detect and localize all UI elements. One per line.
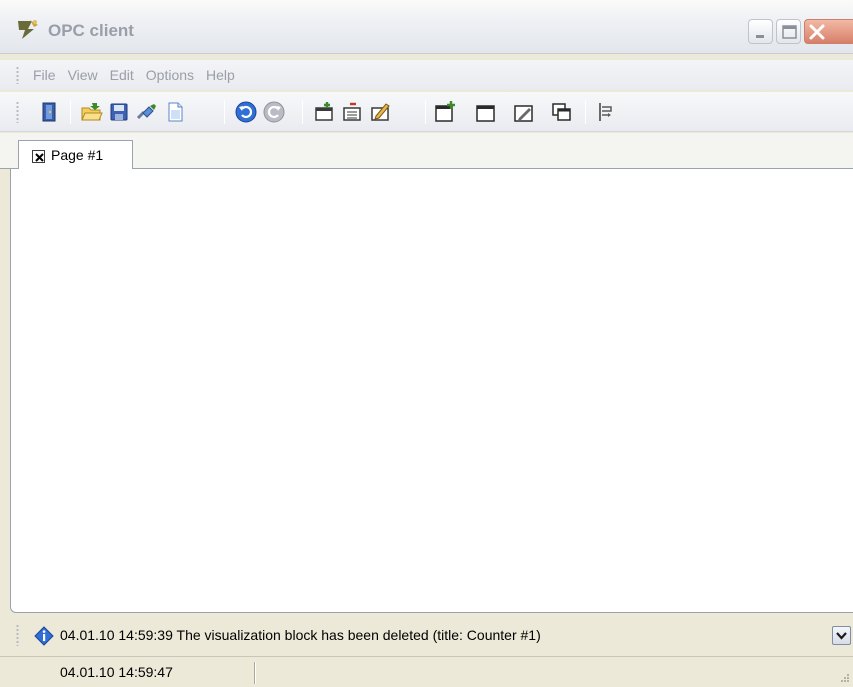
- toolbar-separator: [585, 100, 586, 124]
- status-time: 04.01.10 14:59:47: [60, 664, 173, 680]
- page-list-button[interactable]: [340, 100, 364, 124]
- log-message: 04.01.10 14:59:39 The visualization bloc…: [60, 627, 541, 643]
- page-tab-strip: Page #1: [0, 133, 853, 170]
- menu-edit[interactable]: Edit: [109, 67, 135, 83]
- align-button[interactable]: [594, 100, 618, 124]
- close-icon: [809, 24, 825, 40]
- menu-options[interactable]: Options: [145, 67, 195, 83]
- minimize-button[interactable]: [748, 19, 773, 44]
- log-panel: 04.01.10 14:59:39 The visualization bloc…: [0, 614, 853, 656]
- menu-help[interactable]: Help: [205, 67, 236, 83]
- open-folder-icon: [81, 103, 103, 121]
- edit-page-icon: [371, 103, 390, 121]
- close-button[interactable]: [804, 19, 853, 44]
- new-document-icon: [168, 102, 183, 122]
- menu-view[interactable]: View: [67, 67, 99, 83]
- add-page-icon: [315, 102, 333, 121]
- exit-icon: [42, 102, 56, 122]
- connect-icon: [136, 104, 156, 120]
- new-block-icon: [435, 101, 455, 122]
- new-document-button[interactable]: [163, 100, 187, 124]
- app-logo-icon: [18, 20, 38, 39]
- copy-block-icon: [552, 103, 571, 121]
- toolbar-separator: [224, 100, 225, 124]
- save-icon: [110, 103, 128, 121]
- exit-button[interactable]: [38, 100, 62, 124]
- status-divider: [254, 662, 256, 684]
- edit-block-icon: [514, 105, 533, 122]
- edit-page-button[interactable]: [368, 100, 392, 124]
- tab-label: Page #1: [51, 147, 104, 163]
- toolbar-separator: [70, 100, 71, 124]
- connect-button[interactable]: [135, 100, 159, 124]
- open-button[interactable]: [80, 100, 104, 124]
- block-icon: [476, 105, 495, 122]
- close-icon: [35, 153, 44, 162]
- add-page-button[interactable]: [312, 100, 336, 124]
- block-button[interactable]: [474, 100, 498, 124]
- title-bar[interactable]: OPC client: [0, 0, 853, 54]
- redo-button[interactable]: [262, 100, 286, 124]
- add-page-list-icon: [343, 102, 361, 121]
- new-block-button[interactable]: [433, 100, 457, 124]
- undo-icon: [235, 101, 257, 123]
- maximize-button[interactable]: [776, 19, 801, 44]
- status-bar: 04.01.10 14:59:47: [0, 656, 853, 687]
- save-button[interactable]: [107, 100, 131, 124]
- tab-page-1[interactable]: Page #1: [18, 140, 133, 170]
- toolbar: [0, 92, 853, 132]
- toolbar-separator: [425, 100, 426, 124]
- align-icon: [599, 103, 612, 121]
- info-icon: [34, 626, 54, 646]
- undo-button[interactable]: [234, 100, 258, 124]
- maximize-icon: [782, 25, 797, 39]
- chevron-down-icon: [836, 632, 847, 640]
- opc-client-window: OPC client File View Edit Options Help P…: [0, 0, 853, 687]
- logbar-grip[interactable]: [16, 624, 19, 646]
- tab-close-button[interactable]: [32, 150, 45, 163]
- menubar-grip[interactable]: [16, 66, 19, 84]
- edit-block-button[interactable]: [512, 100, 536, 124]
- redo-icon: [263, 101, 285, 123]
- page-canvas[interactable]: [10, 169, 853, 613]
- log-dropdown-button[interactable]: [832, 626, 851, 645]
- menu-bar: File View Edit Options Help: [0, 60, 853, 90]
- minimize-icon: [756, 35, 764, 38]
- toolbar-grip[interactable]: [16, 101, 19, 123]
- resize-grip-icon[interactable]: [838, 671, 850, 683]
- window-title: OPC client: [48, 21, 134, 40]
- toolbar-separator: [302, 100, 303, 124]
- copy-block-button[interactable]: [550, 100, 574, 124]
- menu-file[interactable]: File: [32, 67, 57, 83]
